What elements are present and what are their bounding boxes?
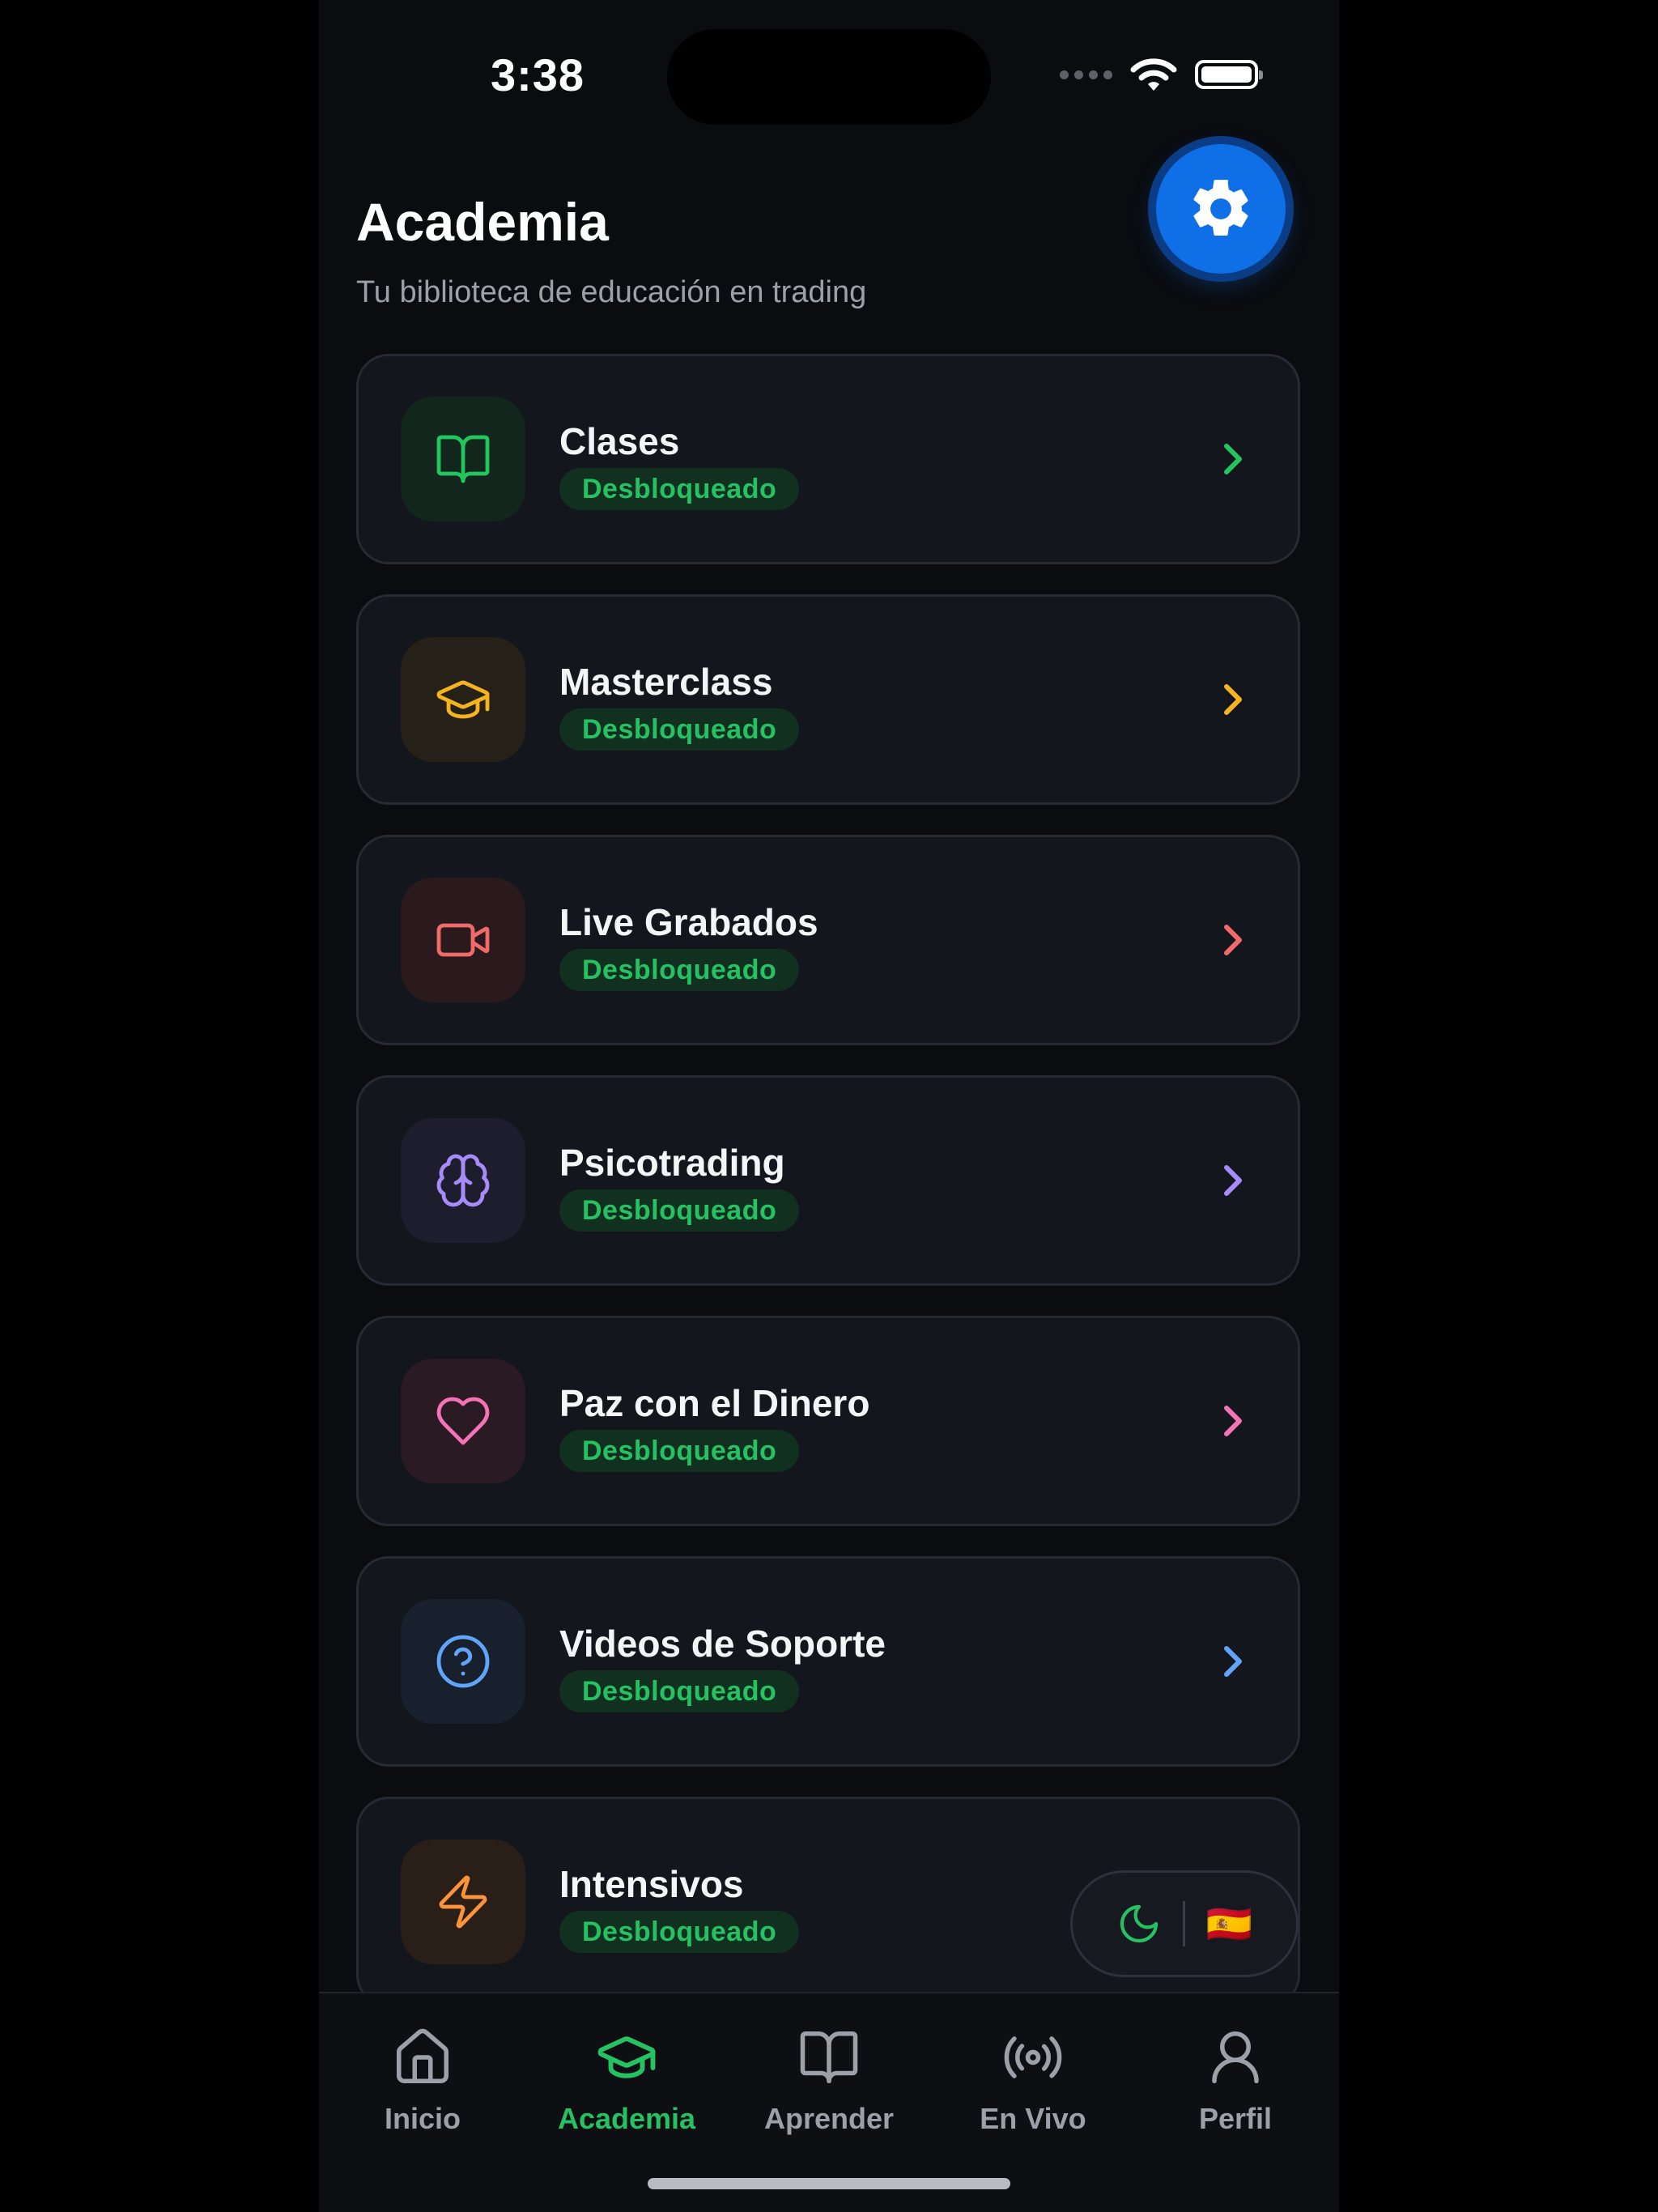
moon-icon[interactable]	[1116, 1901, 1162, 1946]
chevron-right-icon	[1224, 684, 1242, 715]
help-circle-icon	[436, 1635, 490, 1688]
wifi-icon	[1130, 58, 1177, 91]
gear-icon	[1193, 180, 1248, 236]
card-icon-box	[401, 878, 525, 1002]
page-subtitle: Tu biblioteca de educación en trading	[356, 275, 867, 309]
chevron-right-icon	[1224, 1646, 1242, 1677]
status-badge: Desbloqueado	[559, 949, 800, 991]
tab-label: Academia	[557, 2102, 696, 2135]
book-open-icon	[436, 435, 490, 483]
broadcast-icon	[1004, 2036, 1062, 2078]
heart-icon	[436, 1397, 490, 1445]
status-badge: Desbloqueado	[559, 468, 800, 510]
card-live-grabados[interactable]: Live Grabados Desbloqueado	[356, 835, 1300, 1045]
status-badge: Desbloqueado	[559, 708, 800, 751]
graduation-cap-icon	[436, 680, 490, 719]
card-icon-box	[401, 1599, 525, 1724]
card-title: Psicotrading	[559, 1142, 785, 1184]
status-icons	[1060, 57, 1263, 92]
tab-academia[interactable]: Academia	[538, 2026, 716, 2136]
card-masterclass[interactable]: Masterclass Desbloqueado	[356, 594, 1300, 805]
preferences-pill: 🇪🇸	[1070, 1870, 1299, 1977]
card-clases[interactable]: Clases Desbloqueado	[356, 354, 1300, 564]
card-psicotrading[interactable]: Psicotrading Desbloqueado	[356, 1075, 1300, 1286]
brain-icon	[436, 1154, 490, 1207]
chevron-right-icon	[1224, 1406, 1242, 1436]
home-icon	[396, 2028, 449, 2084]
card-title: Masterclass	[559, 661, 773, 703]
book-open-icon	[800, 2031, 858, 2084]
status-time: 3:38	[490, 49, 585, 100]
status-badge: Desbloqueado	[559, 1911, 800, 1953]
status-badge: Desbloqueado	[559, 1670, 800, 1712]
battery-icon	[1195, 60, 1263, 89]
tab-aprender[interactable]: Aprender	[740, 2026, 918, 2136]
dynamic-island	[667, 29, 991, 125]
card-title: Live Grabados	[559, 901, 818, 943]
card-title: Paz con el Dinero	[559, 1382, 870, 1424]
settings-button[interactable]	[1156, 144, 1286, 274]
app-screen: 3:38 Academia Tu biblioteca de educación…	[319, 0, 1339, 2212]
cellular-signal-icon	[1060, 70, 1112, 79]
card-icon-box	[401, 1840, 525, 1964]
tab-inicio[interactable]: Inicio	[334, 2026, 512, 2136]
status-badge: Desbloqueado	[559, 1189, 800, 1231]
tab-label: Inicio	[384, 2102, 461, 2135]
graduation-cap-icon	[597, 2036, 656, 2078]
tab-label: En Vivo	[980, 2102, 1086, 2135]
tab-label: Aprender	[763, 2102, 895, 2135]
card-title: Clases	[559, 420, 680, 462]
card-paz-con-el-dinero[interactable]: Paz con el Dinero Desbloqueado	[356, 1316, 1300, 1526]
chevron-right-icon	[1224, 1165, 1242, 1196]
card-title: Videos de Soporte	[559, 1623, 886, 1665]
page-title: Academia	[356, 192, 609, 252]
card-title: Intensivos	[559, 1863, 744, 1905]
card-videos-de-soporte[interactable]: Videos de Soporte Desbloqueado	[356, 1556, 1300, 1767]
home-indicator	[648, 2178, 1010, 2189]
language-flag-button[interactable]: 🇪🇸	[1206, 1902, 1252, 1946]
lightning-icon	[439, 1875, 487, 1929]
chevron-right-icon	[1224, 444, 1242, 474]
card-icon-box	[401, 1118, 525, 1243]
status-badge: Desbloqueado	[559, 1430, 800, 1472]
tab-en-vivo[interactable]: En Vivo	[944, 2026, 1122, 2136]
tab-perfil[interactable]: Perfil	[1146, 2026, 1324, 2136]
divider	[1182, 1901, 1185, 1946]
card-icon-box	[401, 1359, 525, 1483]
card-icon-box	[401, 397, 525, 521]
card-icon-box	[401, 637, 525, 762]
tab-label: Perfil	[1198, 2102, 1273, 2135]
video-icon	[436, 923, 490, 957]
user-icon	[1212, 2031, 1259, 2084]
chevron-right-icon	[1224, 925, 1242, 955]
